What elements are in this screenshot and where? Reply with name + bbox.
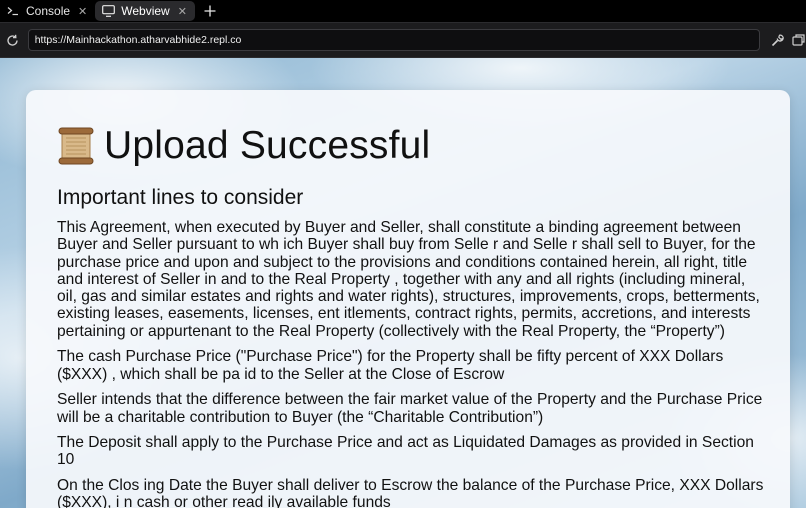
url-input[interactable]: https://Mainhackathon.atharvabhide2.repl… xyxy=(27,29,761,51)
tab-console[interactable]: Console ✕ xyxy=(0,1,95,21)
close-icon[interactable]: ✕ xyxy=(78,5,87,18)
monitor-icon xyxy=(101,4,115,18)
tab-console-label: Console xyxy=(26,4,71,18)
list-item: On the Clos ing Date the Buyer shall del… xyxy=(57,477,764,508)
scroll-icon xyxy=(57,126,95,166)
reload-button[interactable] xyxy=(2,29,24,51)
page-title: Upload Successful xyxy=(104,124,431,167)
reload-icon xyxy=(7,34,19,46)
tab-webview[interactable]: Webview ✕ xyxy=(95,1,195,21)
important-lines-list: This Agreement, when executed by Buyer a… xyxy=(57,219,767,508)
terminal-icon xyxy=(6,4,20,18)
wrench-icon xyxy=(771,34,784,46)
list-item: The cash Purchase Price ("Purchase Price… xyxy=(57,348,724,383)
section-heading: Important lines to consider xyxy=(57,186,304,209)
list-item: Seller intends that the difference betwe… xyxy=(57,391,763,426)
address-bar: https://Mainhackathon.atharvabhide2.repl… xyxy=(0,22,806,58)
open-new-window-button[interactable] xyxy=(792,31,806,49)
page-title-row: Upload Successful xyxy=(57,124,430,168)
external-window-icon xyxy=(792,33,805,46)
devtools-button[interactable] xyxy=(768,31,786,49)
list-item: This Agreement, when executed by Buyer a… xyxy=(57,219,760,340)
tab-bar: Console ✕ Webview ✕ xyxy=(0,0,806,22)
result-card: Upload Successful Important lines to con… xyxy=(26,90,790,508)
tab-webview-label: Webview xyxy=(121,4,170,18)
list-item: The Deposit shall apply to the Purchase … xyxy=(57,434,754,469)
plus-icon xyxy=(204,5,216,17)
webview-content: Upload Successful Important lines to con… xyxy=(0,58,806,508)
close-icon[interactable]: ✕ xyxy=(178,5,187,18)
add-tab-button[interactable] xyxy=(201,2,219,20)
